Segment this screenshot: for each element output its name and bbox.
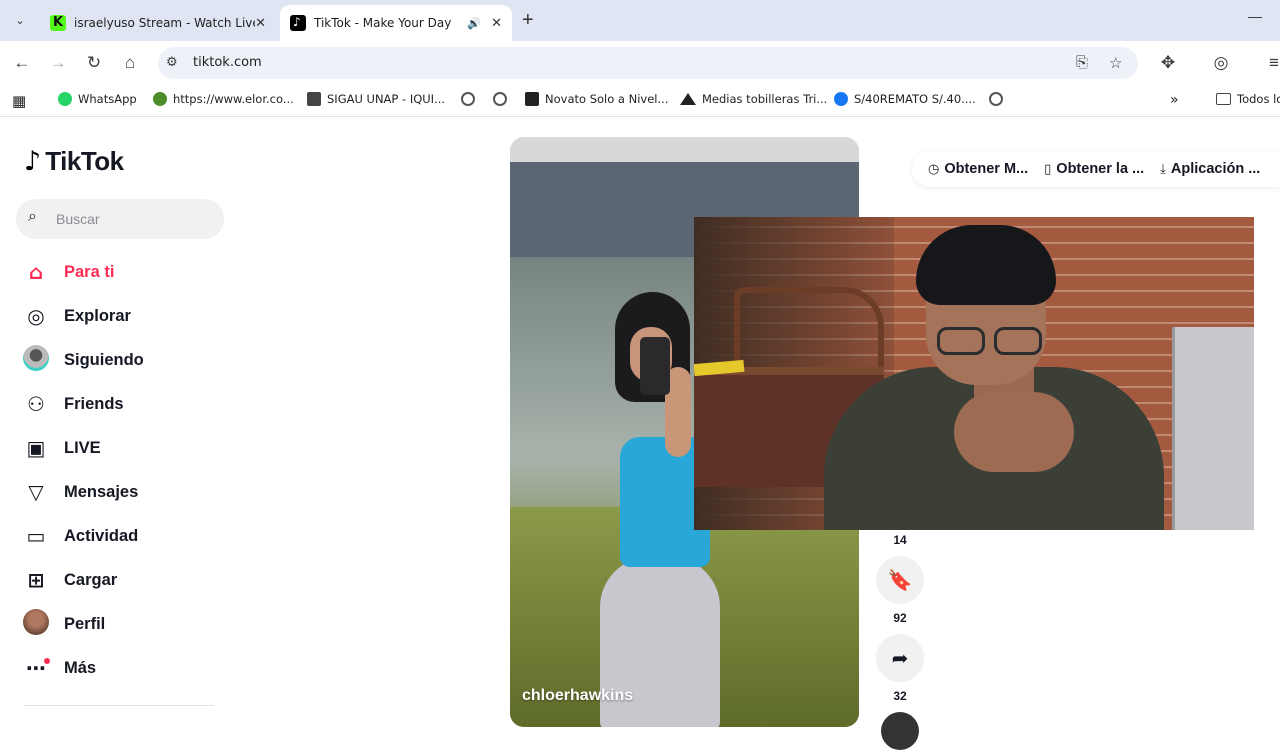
nav-mensajes[interactable]: ▽ Mensajes xyxy=(20,476,138,508)
logo-text: TikTok xyxy=(45,146,124,176)
tiktok-logo[interactable]: ♪ TikTok xyxy=(24,146,124,177)
share-button[interactable]: ➦ xyxy=(876,634,924,682)
bookmark-globe-2[interactable] xyxy=(493,92,513,106)
speaker-icon[interactable]: 🔊 xyxy=(467,17,481,30)
webcam-overlay xyxy=(694,217,1254,530)
tiktok-icon xyxy=(290,15,306,31)
globe-icon xyxy=(493,92,507,106)
video-figure-phone xyxy=(640,337,670,395)
facebook-icon xyxy=(834,92,848,106)
get-app-bar: ◷ Obtener M... ▯ Obtener la ... ⤓ Aplicació… xyxy=(912,151,1280,187)
bookmark-sigau[interactable]: SIGAU UNAP - IQUI... xyxy=(307,92,445,106)
tiktok-note-icon: ♪ xyxy=(24,146,42,177)
profile-sync-icon[interactable]: ◎ xyxy=(1209,51,1233,75)
bookmark-globe-3[interactable] xyxy=(989,92,1009,106)
tab-title: israelyuso Stream - Watch Live xyxy=(74,16,256,30)
bookmark-whatsapp[interactable]: WhatsApp xyxy=(58,92,137,106)
webcam-person-hair xyxy=(916,225,1056,305)
send-icon: ▽ xyxy=(28,480,44,504)
webcam-appliance xyxy=(1172,327,1254,530)
tab-strip: ⌄ israelyuso Stream - Watch Live ✕ TikTo… xyxy=(0,0,1280,41)
get-app-button[interactable]: ▯ Obtener la ... xyxy=(1044,161,1144,177)
tiktok-coin-icon: ◷ xyxy=(928,161,940,177)
nav-actividad[interactable]: ▭ Actividad xyxy=(20,520,139,552)
shares-count: 32 xyxy=(893,689,907,703)
profile-avatar xyxy=(20,608,52,640)
new-tab-button[interactable]: + xyxy=(522,9,534,32)
bookmark-medias[interactable]: Medias tobilleras Tri... xyxy=(680,92,827,106)
menu-icon[interactable]: ≡ xyxy=(1262,51,1280,75)
forward-arrow-icon[interactable]: → xyxy=(46,51,70,75)
compass-icon: ◎ xyxy=(27,304,45,328)
bookmark-globe-1[interactable] xyxy=(461,92,481,106)
following-avatar xyxy=(20,344,52,376)
notification-dot xyxy=(44,658,50,664)
phone-icon: ▯ xyxy=(1044,161,1052,177)
bookmark-elor[interactable]: https://www.elor.co... xyxy=(153,92,294,106)
tab-tiktok[interactable]: TikTok - Make Your Day 🔊 ✕ xyxy=(280,5,512,41)
nav-friends[interactable]: ⚇ Friends xyxy=(20,388,124,420)
bookmarks-overflow-chevron[interactable]: » xyxy=(1170,92,1179,108)
bookmarks-bar: ▦ WhatsApp https://www.elor.co... SIGAU … xyxy=(0,85,1280,117)
home-icon[interactable]: ⌂ xyxy=(118,51,142,75)
apps-grid-icon[interactable]: ▦ xyxy=(12,92,26,110)
video-username[interactable]: chloerhawkins xyxy=(522,687,633,705)
all-bookmarks-folder[interactable]: Todos lo xyxy=(1216,92,1280,106)
kick-icon xyxy=(50,15,66,31)
nav-mas[interactable]: ⋯ Más xyxy=(20,652,96,684)
globe-icon xyxy=(989,92,1003,106)
creator-avatar[interactable] xyxy=(881,712,919,750)
globe-icon xyxy=(461,92,475,106)
address-bar[interactable]: ⚙ tiktok.com ⎘ ☆ xyxy=(158,47,1138,79)
site-info-icon[interactable]: ⚙ xyxy=(166,54,178,70)
back-arrow-icon[interactable]: ← xyxy=(10,51,34,75)
bookmark-icon: 🔖 xyxy=(887,568,913,592)
close-icon[interactable]: ✕ xyxy=(491,16,502,31)
webcam-person-hand xyxy=(954,392,1074,472)
sidebar-divider xyxy=(24,705,214,706)
mountain-icon xyxy=(680,93,696,105)
bookmark-remato[interactable]: S/40REMATO S/.40.... xyxy=(834,92,976,106)
url-text[interactable]: tiktok.com xyxy=(193,55,262,70)
home-icon: ⌂ xyxy=(28,260,44,284)
whatsapp-icon xyxy=(58,92,72,106)
extensions-icon[interactable]: ✥ xyxy=(1156,51,1180,75)
mw-icon xyxy=(525,92,539,106)
elor-icon xyxy=(153,92,167,106)
search-box[interactable]: ⌕ xyxy=(16,199,224,239)
saves-count: 92 xyxy=(893,611,907,625)
tab-kick-stream[interactable]: israelyuso Stream - Watch Live ✕ xyxy=(40,5,276,41)
search-icon[interactable]: ⌕ xyxy=(28,208,37,226)
live-tv-icon: ▣ xyxy=(26,436,46,460)
bookmark-novato[interactable]: Novato Solo a Nivel... xyxy=(525,92,668,106)
activity-icon: ▭ xyxy=(26,524,46,548)
tab-search-chevron-icon[interactable]: ⌄ xyxy=(8,8,32,32)
bookmark-star-icon[interactable]: ☆ xyxy=(1109,54,1122,72)
nav-para-ti[interactable]: ⌂ Para ti xyxy=(20,256,115,288)
comments-count: 14 xyxy=(893,533,907,547)
webcam-glasses-left xyxy=(937,327,985,355)
upload-icon: ⊞ xyxy=(27,568,45,592)
tab-title: TikTok - Make Your Day xyxy=(314,16,452,30)
save-button[interactable]: 🔖 xyxy=(876,556,924,604)
desktop-app-button[interactable]: ⤓ Aplicación ... xyxy=(1160,161,1260,177)
nav-explorar[interactable]: ◎ Explorar xyxy=(20,300,131,332)
close-icon[interactable]: ✕ xyxy=(255,16,266,31)
reload-icon[interactable]: ↻ xyxy=(82,51,106,75)
download-icon: ⤓ xyxy=(1160,161,1166,177)
folder-icon xyxy=(1216,93,1231,105)
browser-toolbar: ← → ↻ ⌂ ⚙ tiktok.com ⎘ ☆ ✥ ◎ ≡ xyxy=(0,41,1280,85)
friends-icon: ⚇ xyxy=(27,392,45,416)
nav-cargar[interactable]: ⊞ Cargar xyxy=(20,564,118,596)
minimize-button[interactable]: — xyxy=(1248,8,1262,24)
nav-perfil[interactable]: Perfil xyxy=(20,608,105,640)
nav-siguiendo[interactable]: Siguiendo xyxy=(20,344,144,376)
share-arrow-icon: ➦ xyxy=(891,646,909,670)
install-app-icon[interactable]: ⎘ xyxy=(1076,54,1088,71)
webcam-glasses-right xyxy=(994,327,1042,355)
search-input[interactable] xyxy=(56,199,216,239)
sigau-icon xyxy=(307,92,321,106)
nav-live[interactable]: ▣ LIVE xyxy=(20,432,101,464)
get-coins-button[interactable]: ◷ Obtener M... xyxy=(928,161,1028,177)
